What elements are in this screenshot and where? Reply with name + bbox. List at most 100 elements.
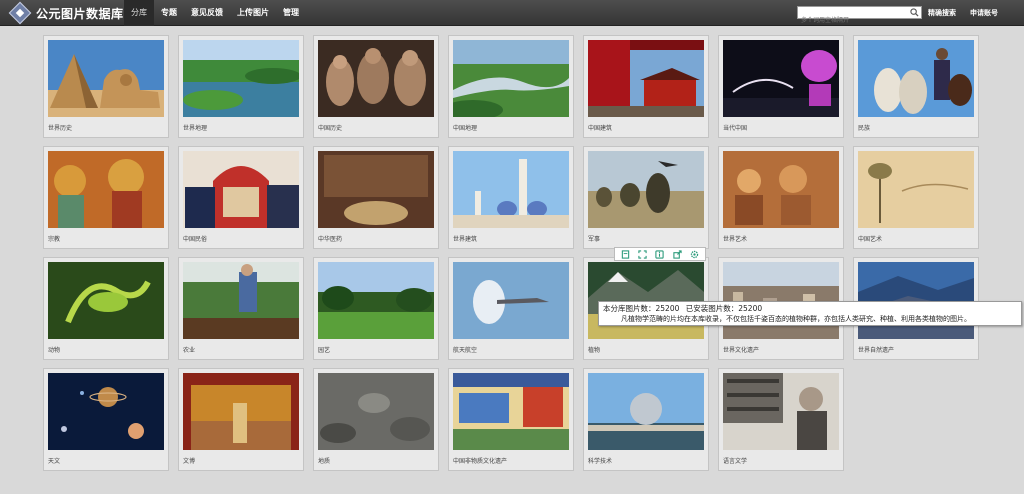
top-navigation-bar: 公元图片数据库 分库 专题 意见反馈 上传图片 管理 精确搜索 申请账号 xyxy=(0,0,1024,26)
category-label: 世界艺术 xyxy=(723,236,748,243)
category-card[interactable]: 世界建筑 xyxy=(448,146,574,249)
library-icon[interactable] xyxy=(621,249,630,259)
category-thumbnail xyxy=(183,373,299,450)
category-card[interactable]: 世界历史 xyxy=(43,35,169,138)
category-image xyxy=(318,262,434,339)
category-image xyxy=(48,151,164,228)
category-thumbnail xyxy=(588,40,704,117)
category-card[interactable]: 当代中国 xyxy=(718,35,844,138)
category-thumbnail xyxy=(318,373,434,450)
category-card[interactable]: 中国非物质文化遗产 xyxy=(448,368,574,471)
category-label: 中国非物质文化遗产 xyxy=(453,458,508,465)
category-thumbnail xyxy=(453,262,569,339)
search-box xyxy=(797,6,922,26)
category-card[interactable]: 中国历史 xyxy=(313,35,439,138)
category-label: 中国历史 xyxy=(318,125,343,132)
category-card[interactable]: 动物 xyxy=(43,257,169,360)
apply-account-link[interactable]: 申请账号 xyxy=(970,8,998,18)
category-image xyxy=(453,262,569,339)
category-thumbnail xyxy=(723,40,839,117)
category-card[interactable]: 科学技术 xyxy=(583,368,709,471)
category-image xyxy=(183,262,299,339)
category-thumbnail xyxy=(588,151,704,228)
nav-item-feedback[interactable]: 意见反馈 xyxy=(184,0,230,26)
category-card[interactable]: 中国艺术 xyxy=(853,146,979,249)
category-label: 世界历史 xyxy=(48,125,73,132)
search-icon[interactable] xyxy=(910,8,919,17)
category-label: 航天航空 xyxy=(453,347,478,354)
category-image xyxy=(723,373,839,450)
category-image xyxy=(48,40,164,117)
category-image xyxy=(858,40,974,117)
category-card[interactable]: 园艺 xyxy=(313,257,439,360)
nav-item-upload[interactable]: 上传图片 xyxy=(230,0,276,26)
category-label: 中国建筑 xyxy=(588,125,613,132)
category-card[interactable]: 语言文学 xyxy=(718,368,844,471)
category-thumbnail xyxy=(723,373,839,450)
category-grid: 世界历史 世界地理 中国历史 中国地理 中国建筑 当代中国 民族 宗教 中国民俗… xyxy=(43,35,979,475)
category-label: 世界地理 xyxy=(183,125,208,132)
category-label: 文博 xyxy=(183,458,196,465)
category-thumbnail xyxy=(588,373,704,450)
category-label: 世界文化遗产 xyxy=(723,347,760,354)
nav-item-topics[interactable]: 专题 xyxy=(154,0,184,26)
category-label: 园艺 xyxy=(318,347,331,354)
category-image xyxy=(453,151,569,228)
category-thumbnail xyxy=(48,40,164,117)
category-card[interactable]: 文博 xyxy=(178,368,304,471)
category-card[interactable]: 中国民俗 xyxy=(178,146,304,249)
category-card[interactable]: 农业 xyxy=(178,257,304,360)
category-card[interactable]: 世界艺术 xyxy=(718,146,844,249)
card-hover-toolbar xyxy=(614,247,706,261)
nav-item-admin[interactable]: 管理 xyxy=(276,0,306,26)
category-card[interactable]: 航天航空 xyxy=(448,257,574,360)
category-image xyxy=(723,40,839,117)
category-card[interactable]: 中华医药 xyxy=(313,146,439,249)
category-card[interactable]: 世界地理 xyxy=(178,35,304,138)
installed-image-count: 已安装图片数：25200 xyxy=(685,304,763,313)
search-input[interactable] xyxy=(798,15,910,26)
category-card[interactable]: 宗教 xyxy=(43,146,169,249)
category-image xyxy=(183,373,299,450)
category-thumbnail xyxy=(858,40,974,117)
site-logo[interactable]: 公元图片数据库 xyxy=(8,1,124,25)
category-image xyxy=(318,373,434,450)
settings-icon[interactable] xyxy=(690,250,699,259)
category-label: 世界自然遗产 xyxy=(858,347,895,354)
category-card[interactable]: 地质 xyxy=(313,368,439,471)
category-label: 农业 xyxy=(183,347,196,354)
category-thumbnail xyxy=(183,151,299,228)
category-label: 世界建筑 xyxy=(453,236,478,243)
category-image xyxy=(318,40,434,117)
category-label: 动物 xyxy=(48,347,61,354)
category-thumbnail xyxy=(48,373,164,450)
category-thumbnail xyxy=(723,151,839,228)
category-card[interactable]: 天文 xyxy=(43,368,169,471)
category-image xyxy=(858,151,974,228)
category-label: 中国地理 xyxy=(453,125,478,132)
library-description: 凡植物学范畴的片均在本库收录，不仅包括千姿百态的植物种群，亦包括人类研究、种植、… xyxy=(621,315,971,323)
category-label: 语言文学 xyxy=(723,458,748,465)
fullscreen-icon[interactable] xyxy=(638,249,647,259)
category-thumbnail xyxy=(48,151,164,228)
category-card[interactable]: 民族 xyxy=(853,35,979,138)
category-image xyxy=(318,151,434,228)
category-label: 天文 xyxy=(48,458,61,465)
category-image xyxy=(183,40,299,117)
tooltip-counts: 本分库图片数：25200 已安装图片数：25200 xyxy=(603,304,1017,314)
category-card[interactable]: 军事 xyxy=(583,146,709,249)
info-icon[interactable] xyxy=(655,249,665,259)
advanced-search-link[interactable]: 精确搜索 xyxy=(928,8,956,18)
category-card[interactable]: 中国地理 xyxy=(448,35,574,138)
nav-item-libraries[interactable]: 分库 xyxy=(124,0,154,26)
category-card[interactable]: 中国建筑 xyxy=(583,35,709,138)
category-image xyxy=(588,373,704,450)
export-icon[interactable] xyxy=(673,249,682,259)
header-right-links: 精确搜索 申请账号 xyxy=(928,0,1012,26)
category-thumbnail xyxy=(48,262,164,339)
category-image xyxy=(48,373,164,450)
category-thumbnail xyxy=(453,373,569,450)
category-label: 宗教 xyxy=(48,236,61,243)
category-thumbnail xyxy=(318,262,434,339)
category-label: 军事 xyxy=(588,236,601,243)
